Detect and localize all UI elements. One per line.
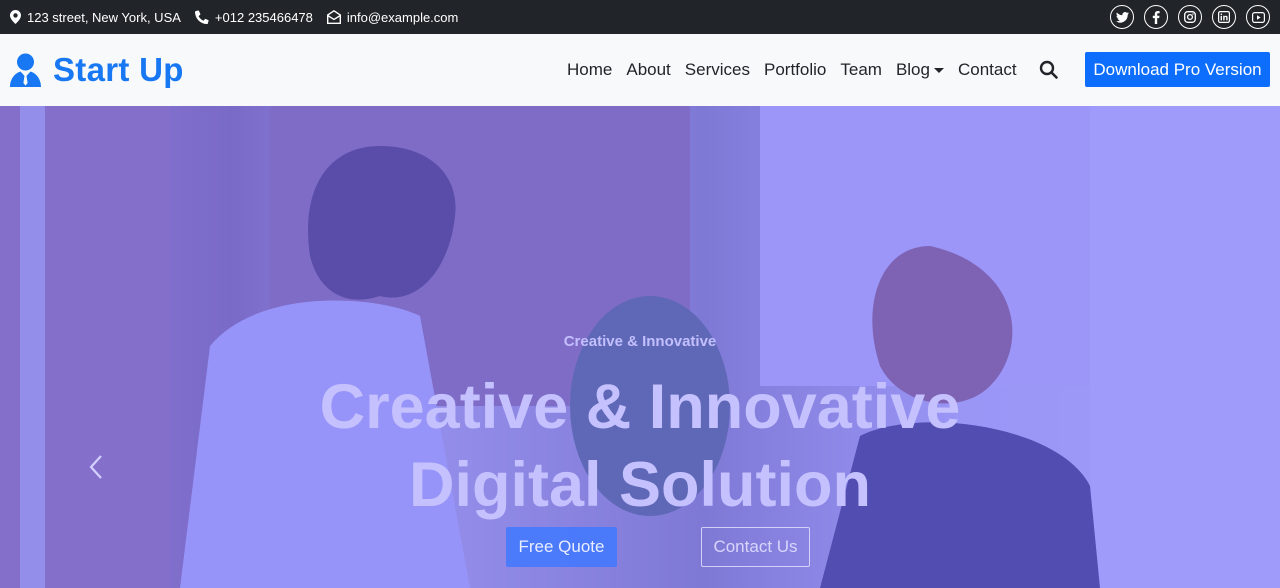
hero-carousel: Creative & Innovative Creative & Innovat… (0, 106, 1280, 588)
contact-us-button[interactable]: Contact Us (701, 527, 810, 567)
download-pro-button[interactable]: Download Pro Version (1085, 52, 1270, 87)
top-bar: 123 street, New York, USA +012 235466478… (0, 0, 1280, 34)
caret-down-icon (933, 67, 944, 73)
navbar: Start Up Home About Services Portfolio T… (0, 34, 1280, 106)
phone-icon (194, 10, 209, 24)
search-button[interactable] (1038, 59, 1060, 81)
hero-title-line-2: Digital Solution (409, 450, 871, 520)
address-item: 123 street, New York, USA (10, 10, 181, 25)
nav-link-home[interactable]: Home (567, 60, 612, 80)
phone-text: +012 235466478 (214, 9, 313, 25)
user-tie-icon (10, 53, 41, 87)
address-text: 123 street, New York, USA (27, 9, 181, 25)
map-marker-icon (10, 10, 21, 24)
hero-title: Creative & Innovative Digital Solution (0, 368, 1280, 524)
nav-link-team[interactable]: Team (840, 60, 882, 80)
phone-item: +012 235466478 (194, 9, 313, 25)
twitter-button[interactable] (1110, 5, 1134, 29)
nav-dropdown-blog[interactable]: Blog (896, 60, 944, 80)
twitter-icon (1115, 11, 1129, 23)
social-links (1100, 5, 1270, 29)
free-quote-button[interactable]: Free Quote (506, 527, 617, 567)
facebook-button[interactable] (1144, 5, 1168, 29)
youtube-button[interactable] (1246, 5, 1270, 29)
email-text: info@example.com (346, 9, 459, 25)
hero-title-line-1: Creative & Innovative (319, 372, 961, 442)
nav-link-services[interactable]: Services (685, 60, 750, 80)
hero-subtitle: Creative & Innovative (563, 333, 717, 350)
linkedin-icon (1218, 11, 1230, 23)
brand-name: Start Up (53, 51, 184, 88)
nav-link-about[interactable]: About (626, 60, 670, 80)
envelope-open-icon (326, 10, 341, 24)
brand-logo-link[interactable]: Start Up (10, 51, 184, 89)
facebook-icon (1152, 10, 1160, 24)
nav-menu: Home About Services Portfolio Team Blog … (567, 34, 1031, 106)
nav-link-contact[interactable]: Contact (958, 60, 1017, 80)
linkedin-button[interactable] (1212, 5, 1236, 29)
youtube-icon (1251, 11, 1265, 23)
instagram-button[interactable] (1178, 5, 1202, 29)
contact-info: 123 street, New York, USA +012 235466478… (10, 10, 472, 25)
nav-link-blog: Blog (895, 60, 930, 79)
email-item: info@example.com (326, 9, 459, 25)
nav-link-portfolio[interactable]: Portfolio (764, 60, 826, 80)
search-icon (1039, 60, 1058, 79)
instagram-icon (1184, 11, 1196, 23)
